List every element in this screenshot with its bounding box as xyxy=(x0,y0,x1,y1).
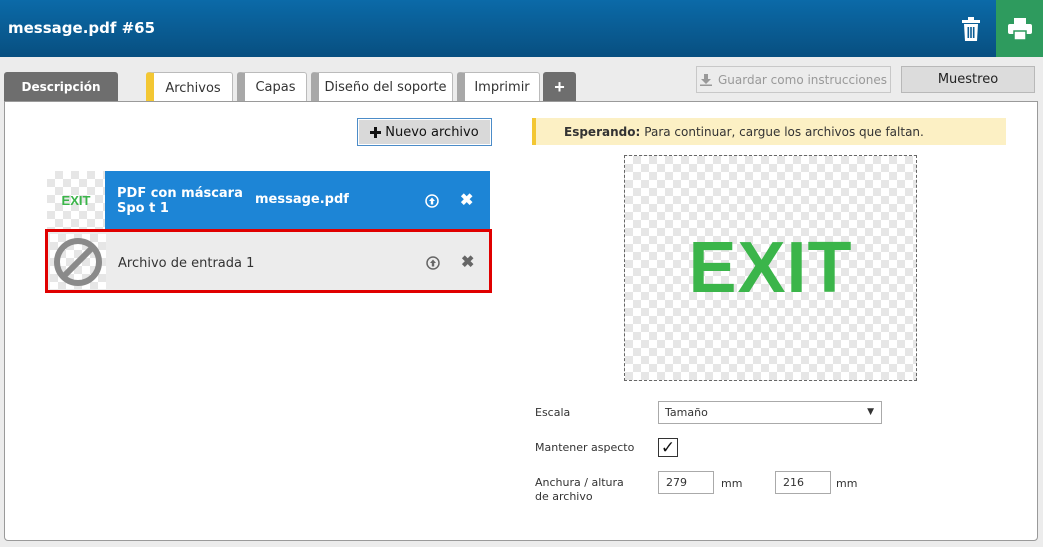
plus-icon: + xyxy=(554,76,565,97)
tab-print[interactable]: Imprimir xyxy=(457,72,540,102)
width-unit: mm xyxy=(721,477,743,490)
scale-select[interactable]: Tamaño ▼ xyxy=(658,401,882,424)
width-input[interactable]: 279 xyxy=(658,471,714,494)
status-banner: Esperando: Para continuar, cargue los ar… xyxy=(532,118,1006,145)
tab-description[interactable]: Descripción xyxy=(4,72,118,102)
title-bar: message.pdf #65 xyxy=(0,0,1043,57)
file-name: Archivo de entrada 1 xyxy=(118,256,255,271)
page-title: message.pdf #65 xyxy=(8,19,156,37)
keep-aspect-checkbox[interactable]: ✓ xyxy=(658,438,678,457)
sample-button[interactable]: Muestreo xyxy=(901,66,1035,93)
trash-icon xyxy=(962,16,980,41)
preview-image-text: EXIT xyxy=(688,228,853,308)
file-row-missing[interactable]: Archivo de entrada 1 ✖ xyxy=(45,229,492,293)
scale-value: Tamaño xyxy=(665,406,708,419)
tab-media-layout[interactable]: Diseño del soporte xyxy=(311,72,453,102)
height-unit: mm xyxy=(836,477,858,490)
size-label: Anchura / altura de archivo xyxy=(535,476,624,503)
close-icon[interactable]: ✖ xyxy=(461,252,474,272)
status-label: Esperando: xyxy=(564,124,641,139)
add-tab-button[interactable]: + xyxy=(543,72,576,102)
upload-icon[interactable] xyxy=(426,256,440,270)
prohibited-icon xyxy=(54,237,102,286)
keep-aspect-label: Mantener aspecto xyxy=(535,441,635,454)
close-icon[interactable]: ✖ xyxy=(460,190,473,210)
save-as-instructions-button[interactable]: Guardar como instrucciones xyxy=(696,66,891,93)
plus-icon xyxy=(370,126,382,138)
file-row-selected[interactable]: EXIT PDF con máscara Spo t 1 message.pdf… xyxy=(47,171,490,230)
download-icon xyxy=(699,73,712,86)
file-thumbnail: EXIT xyxy=(47,171,105,230)
delete-button[interactable] xyxy=(946,0,996,57)
new-file-button[interactable]: Nuevo archivo xyxy=(357,118,492,146)
upload-icon[interactable] xyxy=(425,194,439,208)
status-message: Para continuar, cargue los archivos que … xyxy=(644,124,924,139)
scale-label: Escala xyxy=(535,406,571,419)
print-button[interactable] xyxy=(996,0,1043,57)
file-thumbnail-missing xyxy=(50,234,106,289)
save-label: Guardar como instrucciones xyxy=(717,72,888,87)
file-name: PDF con máscara Spo t 1 xyxy=(117,186,243,216)
height-input[interactable]: 216 xyxy=(775,471,831,494)
new-file-label: Nuevo archivo xyxy=(385,124,479,140)
tab-layers[interactable]: Capas xyxy=(237,72,307,102)
check-icon: ✓ xyxy=(660,438,676,457)
print-icon xyxy=(1007,17,1032,40)
tab-files[interactable]: Archivos xyxy=(146,72,233,103)
caret-down-icon: ▼ xyxy=(867,407,874,417)
file-filename: message.pdf xyxy=(255,192,349,207)
file-preview: EXIT xyxy=(624,155,917,381)
